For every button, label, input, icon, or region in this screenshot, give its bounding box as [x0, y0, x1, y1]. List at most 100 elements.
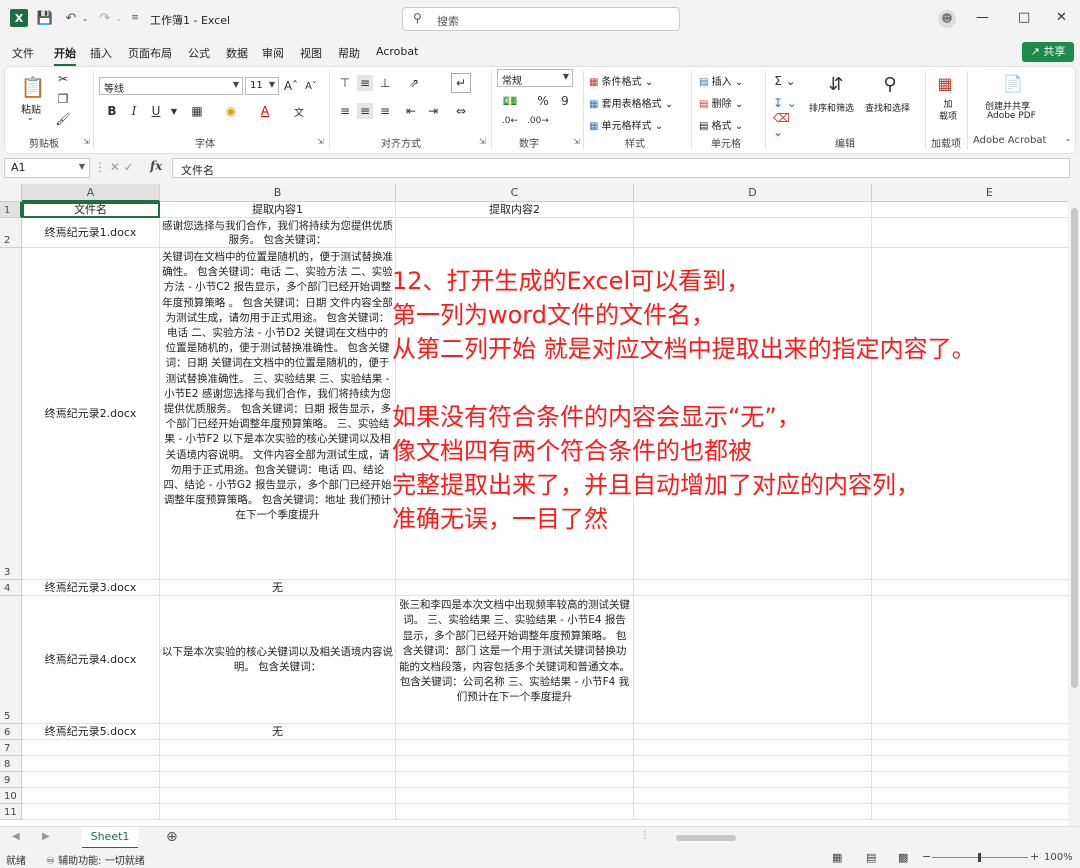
tab-help[interactable]: 帮助 [338, 45, 360, 61]
autosum-icon[interactable]: Σ ⌄ [773, 73, 797, 89]
row-header-4[interactable]: 4 [0, 580, 22, 596]
column-header-d[interactable]: D [634, 184, 872, 202]
row-header-2[interactable]: 2 [0, 218, 22, 248]
cell-a4[interactable]: 终焉纪元录3.docx [22, 580, 160, 596]
cell-b6[interactable]: 无 [160, 724, 396, 740]
cell-empty[interactable] [872, 788, 1080, 804]
horizontal-scrollbar[interactable] [664, 833, 1064, 843]
underline-dropdown-icon[interactable]: ▼ [169, 103, 179, 119]
cell-b1[interactable]: 提取内容1 [160, 202, 396, 218]
tab-review[interactable]: 审阅 [262, 45, 284, 61]
borders-icon[interactable]: ▦ [189, 103, 205, 119]
cell-empty[interactable] [22, 804, 160, 820]
cell-a3[interactable]: 终焉纪元录2.docx [22, 248, 160, 580]
cell-empty[interactable] [872, 772, 1080, 788]
tab-acrobat[interactable]: Acrobat [376, 45, 418, 58]
tab-home[interactable]: 开始 [54, 45, 76, 66]
cell-empty[interactable] [634, 740, 872, 756]
orientation-icon[interactable]: ⇗ [403, 75, 425, 91]
cell-e6[interactable] [872, 724, 1080, 740]
next-sheet-icon[interactable]: ▶ [42, 831, 50, 842]
prev-sheet-icon[interactable]: ◀ [12, 831, 20, 842]
conditional-format-button[interactable]: ▦ 条件格式 ⌄ [589, 73, 653, 88]
sheet-tab-sheet1[interactable]: Sheet1 [82, 827, 138, 849]
create-pdf-label-2[interactable]: Adobe PDF [987, 111, 1036, 121]
cell-empty[interactable] [160, 740, 396, 756]
cell-e4[interactable] [872, 580, 1080, 596]
alignment-launcher-icon[interactable]: ⇲ [479, 137, 486, 146]
undo-dropdown-icon[interactable]: ⌄ [80, 9, 90, 27]
underline-icon[interactable]: U [149, 103, 163, 119]
tab-insert[interactable]: 插入 [90, 45, 112, 61]
cell-b5[interactable]: 以下是本次实验的核心关键词以及相关语境内容说明。 包含关键词： [160, 596, 396, 724]
sort-filter-icon[interactable]: ⇵ [823, 71, 849, 97]
cell-c5[interactable]: 张三和李四是本次文档中出现频率较高的测试关键词。 三、实验结果 三、实验结果 -… [396, 596, 634, 724]
cell-c2[interactable] [396, 218, 634, 248]
delete-cells-button[interactable]: ▤ 删除 ⌄ [699, 95, 743, 110]
comma-style-icon[interactable]: 9 [557, 93, 573, 109]
tab-formulas[interactable]: 公式 [188, 45, 210, 61]
cell-empty[interactable] [634, 804, 872, 820]
cell-empty[interactable] [22, 756, 160, 772]
find-select-icon[interactable]: ⚲ [877, 71, 903, 97]
cell-e2[interactable] [872, 218, 1080, 248]
bold-icon[interactable]: B [105, 103, 119, 119]
horizontal-scroll-thumb[interactable] [676, 835, 736, 841]
cell-empty[interactable] [396, 740, 634, 756]
close-icon[interactable]: ✕ [1056, 10, 1067, 25]
increase-font-icon[interactable]: Aˆ [283, 77, 299, 95]
row-header-5[interactable]: 5 [0, 596, 22, 724]
number-format-select[interactable]: 常规 ▼ [497, 69, 573, 87]
cell-a2[interactable]: 终焉纪元录1.docx [22, 218, 160, 248]
row-header-7[interactable]: 7 [0, 740, 22, 756]
undo-icon[interactable]: ↶ [62, 9, 80, 27]
table-format-button[interactable]: ▦ 套用表格格式 ⌄ [589, 95, 673, 110]
cell-empty[interactable] [22, 740, 160, 756]
row-header-3[interactable]: 3 [0, 248, 22, 580]
row-header-1[interactable]: 1 [0, 202, 22, 218]
create-pdf-icon[interactable]: 📄 [1001, 71, 1025, 95]
tab-page-layout[interactable]: 页面布局 [128, 45, 172, 61]
cell-c1[interactable]: 提取内容2 [396, 202, 634, 218]
cell-d6[interactable] [634, 724, 872, 740]
cell-empty[interactable] [634, 772, 872, 788]
cell-d2[interactable] [634, 218, 872, 248]
sheet-options-icon[interactable]: ⋮ [640, 830, 650, 841]
row-header-11[interactable]: 11 [0, 804, 22, 820]
search-box[interactable]: ⚲ 搜索 [402, 7, 680, 31]
collapse-ribbon-icon[interactable]: ⌃ [1063, 137, 1073, 147]
format-cells-button[interactable]: ▤ 格式 ⌄ [699, 117, 743, 132]
column-header-c[interactable]: C [396, 184, 634, 202]
cell-a5[interactable]: 终焉纪元录4.docx [22, 596, 160, 724]
align-bottom-icon[interactable]: ⊥ [377, 75, 393, 91]
currency-icon[interactable]: 💵 [499, 93, 521, 109]
cell-empty[interactable] [396, 756, 634, 772]
cell-empty[interactable] [22, 772, 160, 788]
customize-toolbar-icon[interactable]: ≡ [130, 9, 140, 27]
cell-style-button[interactable]: ▦ 单元格样式 ⌄ [589, 117, 663, 132]
decrease-decimal-icon[interactable]: .00→ [527, 113, 549, 129]
cell-d1[interactable] [634, 202, 872, 218]
vertical-scrollbar[interactable] [1068, 184, 1080, 826]
cell-empty[interactable] [160, 772, 396, 788]
increase-indent-icon[interactable]: ⇥ [425, 103, 441, 119]
number-launcher-icon[interactable]: ⇲ [573, 137, 580, 146]
cell-empty[interactable] [396, 788, 634, 804]
zoom-out-icon[interactable]: − [922, 850, 931, 863]
wrap-text-icon[interactable]: ↵ [451, 73, 471, 93]
column-header-a[interactable]: A [22, 184, 160, 202]
cell-empty[interactable] [872, 804, 1080, 820]
cut-icon[interactable]: ✂ [55, 71, 71, 87]
insert-cells-button[interactable]: ▤ 插入 ⌄ [699, 73, 743, 88]
name-box[interactable]: A1 ▼ [4, 158, 90, 178]
fill-icon[interactable]: ↧ ⌄ [773, 95, 797, 111]
cell-a1[interactable]: 文件名 [22, 202, 160, 218]
cell-a6[interactable]: 终焉纪元录5.docx [22, 724, 160, 740]
format-painter-icon[interactable]: 🖌 [55, 111, 71, 127]
fill-color-icon[interactable]: ◉ [223, 103, 239, 119]
vertical-scroll-thumb[interactable] [1071, 208, 1078, 688]
decrease-indent-icon[interactable]: ⇤ [403, 103, 419, 119]
tab-file[interactable]: 文件 [12, 45, 34, 61]
italic-icon[interactable]: I [127, 103, 141, 119]
cell-e1[interactable] [872, 202, 1080, 218]
